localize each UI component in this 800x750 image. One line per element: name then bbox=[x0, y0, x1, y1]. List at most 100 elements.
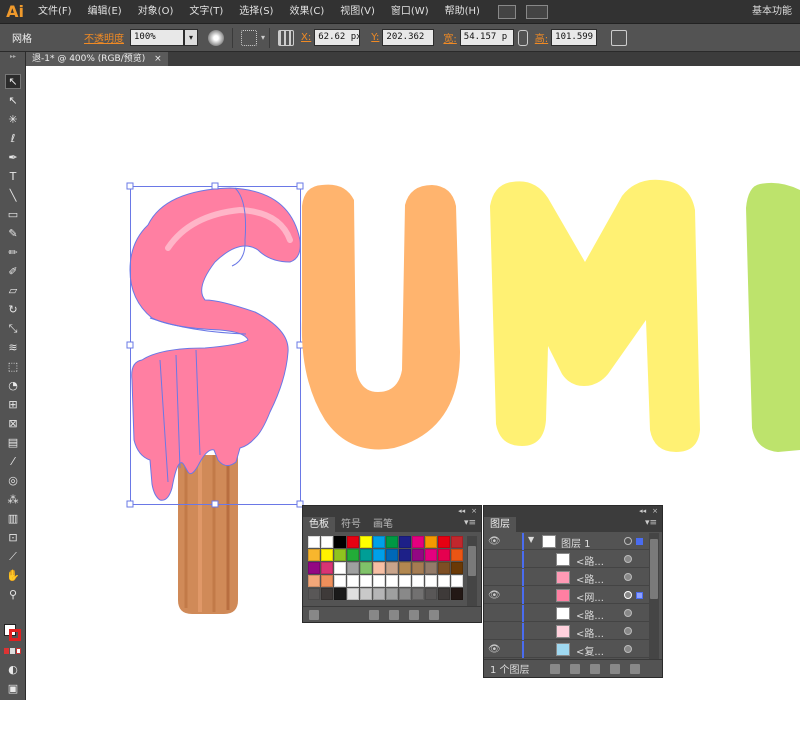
color-swatch[interactable] bbox=[347, 562, 359, 574]
free-transform-tool-icon[interactable]: ⬚ bbox=[5, 359, 21, 374]
slice-tool-icon[interactable]: ⟋ bbox=[5, 549, 21, 564]
line-tool-icon[interactable]: ╲ bbox=[5, 188, 21, 203]
color-swatch[interactable] bbox=[321, 575, 333, 587]
new-color-group-icon[interactable] bbox=[389, 609, 399, 620]
scroll-thumb[interactable] bbox=[650, 539, 658, 599]
color-swatch[interactable] bbox=[360, 536, 372, 548]
menu-edit[interactable]: 编辑(E) bbox=[80, 0, 130, 24]
target-circle-icon[interactable] bbox=[624, 555, 632, 563]
color-swatch[interactable] bbox=[347, 575, 359, 587]
layers-scrollbar[interactable] bbox=[649, 533, 659, 661]
color-swatch[interactable] bbox=[373, 562, 385, 574]
selection-tool-icon[interactable]: ↖ bbox=[5, 74, 21, 89]
color-swatch[interactable] bbox=[399, 536, 411, 548]
blend-tool-icon[interactable]: ◎ bbox=[5, 473, 21, 488]
new-layer-icon[interactable] bbox=[609, 663, 620, 674]
color-swatch[interactable] bbox=[438, 549, 450, 561]
sublayer-name[interactable]: <路... bbox=[576, 571, 604, 586]
color-swatch[interactable] bbox=[425, 575, 437, 587]
color-swatch[interactable] bbox=[438, 536, 450, 548]
color-swatch[interactable] bbox=[334, 562, 346, 574]
target-circle-icon[interactable] bbox=[624, 645, 632, 653]
color-swatch[interactable] bbox=[451, 588, 463, 600]
color-swatch[interactable] bbox=[412, 562, 424, 574]
color-swatch[interactable] bbox=[347, 549, 359, 561]
color-swatch[interactable] bbox=[334, 588, 346, 600]
color-swatch[interactable] bbox=[451, 549, 463, 561]
color-swatch[interactable] bbox=[425, 588, 437, 600]
color-swatch[interactable] bbox=[360, 588, 372, 600]
bridge-icon[interactable] bbox=[497, 4, 516, 19]
dropdown-arrow-icon[interactable]: ▾ bbox=[261, 33, 265, 42]
new-sublayer-icon[interactable] bbox=[589, 663, 600, 674]
popsicle-stick[interactable] bbox=[178, 455, 238, 614]
shape-builder-tool-icon[interactable]: ◔ bbox=[5, 378, 21, 393]
width-label[interactable]: 宽: bbox=[440, 30, 459, 45]
rectangle-tool-icon[interactable]: ▭ bbox=[5, 207, 21, 222]
opacity-dropdown-icon[interactable]: ▾ bbox=[184, 29, 198, 46]
color-swatch[interactable] bbox=[373, 549, 385, 561]
sublayer-row[interactable]: <路... bbox=[484, 604, 652, 622]
drawing-mode-icon[interactable]: ◐ bbox=[5, 662, 21, 677]
close-panel-icon[interactable]: × bbox=[652, 506, 658, 516]
color-swatch[interactable] bbox=[412, 588, 424, 600]
tab-symbols[interactable]: 符号 bbox=[335, 517, 367, 532]
letter-m-shape[interactable] bbox=[490, 179, 700, 453]
fill-stroke-icon[interactable] bbox=[4, 624, 22, 642]
x-label[interactable]: X: bbox=[298, 32, 314, 43]
reference-point-icon[interactable] bbox=[278, 29, 295, 46]
document-tab[interactable]: 退-1* @ 400% (RGB/预览) × bbox=[26, 52, 168, 66]
show-swatch-kinds-icon[interactable] bbox=[369, 609, 379, 620]
color-swatch[interactable] bbox=[425, 536, 437, 548]
transform-reference-icon[interactable] bbox=[241, 29, 257, 46]
type-tool-icon[interactable]: T bbox=[5, 169, 21, 184]
menu-type[interactable]: 文字(T) bbox=[181, 0, 231, 24]
rotate-tool-icon[interactable]: ↻ bbox=[5, 302, 21, 317]
magic-wand-tool-icon[interactable]: ✳ bbox=[5, 112, 21, 127]
target-circle-icon[interactable] bbox=[624, 591, 632, 599]
y-input[interactable]: 202.362 bbox=[382, 29, 435, 46]
color-swatch[interactable] bbox=[451, 562, 463, 574]
pen-tool-icon[interactable]: ✒ bbox=[5, 150, 21, 165]
x-input[interactable]: 62.62 px bbox=[314, 29, 361, 46]
eraser-tool-icon[interactable]: ▱ bbox=[5, 283, 21, 298]
color-swatch[interactable] bbox=[412, 549, 424, 561]
visibility-eye-icon[interactable]: 👁 bbox=[488, 590, 501, 601]
color-swatch[interactable] bbox=[334, 536, 346, 548]
warp-tool-icon[interactable]: ≋ bbox=[5, 340, 21, 355]
color-swatch[interactable] bbox=[347, 536, 359, 548]
color-swatch[interactable] bbox=[308, 588, 320, 600]
color-swatch[interactable] bbox=[399, 562, 411, 574]
visibility-eye-icon[interactable]: 👁 bbox=[488, 644, 501, 655]
target-circle-icon[interactable] bbox=[624, 537, 632, 545]
sublayer-row[interactable]: <路... bbox=[484, 568, 652, 586]
close-tab-icon[interactable]: × bbox=[154, 54, 162, 64]
color-swatch[interactable] bbox=[386, 536, 398, 548]
tab-layers[interactable]: 图层 bbox=[484, 517, 516, 532]
menu-select[interactable]: 选择(S) bbox=[231, 0, 281, 24]
menu-object[interactable]: 对象(O) bbox=[130, 0, 182, 24]
delete-swatch-icon[interactable] bbox=[429, 609, 439, 620]
color-swatch[interactable] bbox=[360, 575, 372, 587]
sublayer-name[interactable]: <路... bbox=[576, 553, 604, 568]
color-swatch[interactable] bbox=[386, 588, 398, 600]
close-panel-icon[interactable]: × bbox=[471, 506, 477, 516]
color-swatch[interactable] bbox=[386, 562, 398, 574]
color-swatch[interactable] bbox=[308, 575, 320, 587]
expand-arrow-icon[interactable]: ▼ bbox=[528, 535, 534, 544]
color-swatch[interactable] bbox=[412, 575, 424, 587]
sublayer-name[interactable]: <路... bbox=[576, 625, 604, 640]
color-swatch[interactable] bbox=[373, 536, 385, 548]
locate-object-icon[interactable] bbox=[549, 663, 560, 674]
color-swatch[interactable] bbox=[347, 588, 359, 600]
color-swatch[interactable] bbox=[334, 549, 346, 561]
color-swatch[interactable] bbox=[386, 549, 398, 561]
color-swatch[interactable] bbox=[373, 588, 385, 600]
color-swatch[interactable] bbox=[412, 536, 424, 548]
recolor-icon[interactable] bbox=[208, 29, 224, 46]
color-swatch[interactable] bbox=[386, 575, 398, 587]
sublayer-name[interactable]: <复... bbox=[576, 643, 604, 658]
make-clipping-mask-icon[interactable] bbox=[569, 663, 580, 674]
new-swatch-icon[interactable] bbox=[409, 609, 419, 620]
screen-mode-icon[interactable]: ▣ bbox=[5, 681, 21, 696]
